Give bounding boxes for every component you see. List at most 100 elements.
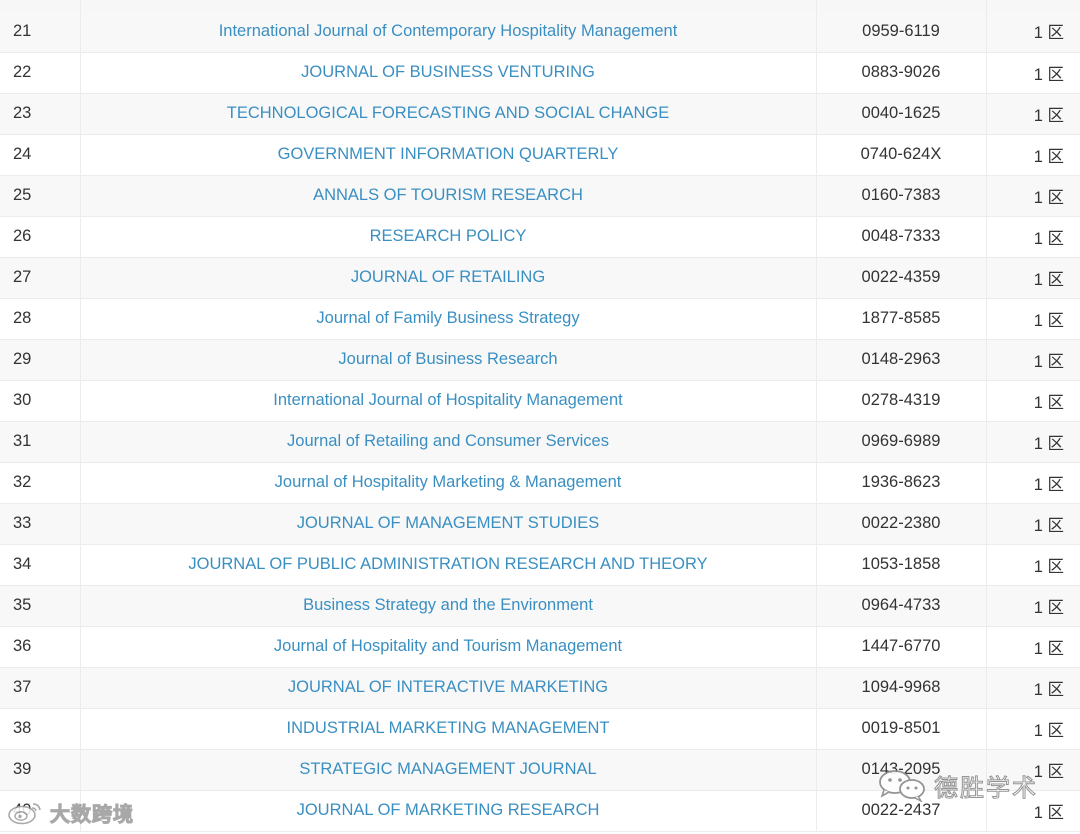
table-row: 32 Journal of Hospitality Marketing & Man… bbox=[0, 462, 1080, 504]
journal-name-link[interactable]: STRATEGIC MANAGEMENT JOURNAL bbox=[299, 760, 596, 778]
table-body: 21 International Journal of Contemporary … bbox=[0, 11, 1080, 832]
rank-cell: 38 bbox=[0, 708, 81, 750]
rank-cell: 33 bbox=[0, 503, 81, 545]
issn-cell: 1936-8623 bbox=[816, 462, 987, 504]
table-row: 35 Business Strategy and the Environment 0… bbox=[0, 585, 1080, 627]
rank-cell: 26 bbox=[0, 216, 81, 258]
zone-cell: 1 区 bbox=[986, 257, 1080, 299]
zone-cell: 1 区 bbox=[986, 52, 1080, 94]
journal-name-cell: Journal of Hospitality Marketing & Manag… bbox=[80, 462, 817, 504]
journal-name-link[interactable]: RESEARCH POLICY bbox=[370, 227, 527, 245]
journal-name-link[interactable]: Journal of Business Research bbox=[338, 350, 557, 368]
rank-cell: 39 bbox=[0, 749, 81, 791]
issn-cell: 0740-624X bbox=[816, 134, 987, 176]
weibo-logo-icon bbox=[8, 803, 41, 825]
table-row: 27 JOURNAL OF RETAILING 0022-4359 1 区 bbox=[0, 257, 1080, 299]
journal-name-cell: International Journal of Contemporary Ho… bbox=[80, 11, 817, 53]
issn-cell: 0148-2963 bbox=[816, 339, 987, 381]
journal-name-link[interactable]: JOURNAL OF BUSINESS VENTURING bbox=[301, 63, 595, 81]
issn-cell: 0883-9026 bbox=[816, 52, 987, 94]
table-row: 25 ANNALS OF TOURISM RESEARCH 0160-7383 1 区 bbox=[0, 175, 1080, 217]
journal-name-link[interactable]: TECHNOLOGICAL FORECASTING AND SOCIAL CHA… bbox=[227, 104, 670, 122]
zone-cell: 1 区 bbox=[986, 216, 1080, 258]
issn-cell: 0022-4359 bbox=[816, 257, 987, 299]
watermark-left-text: 大数跨境 bbox=[50, 803, 134, 826]
table-row: 24 GOVERNMENT INFORMATION QUARTERLY 0740-6… bbox=[0, 134, 1080, 176]
journal-name-cell: JOURNAL OF INTERACTIVE MARKETING bbox=[80, 667, 817, 709]
zone-cell: 1 区 bbox=[986, 134, 1080, 176]
journal-name-link[interactable]: JOURNAL OF PUBLIC ADMINISTRATION RESEARC… bbox=[188, 555, 707, 573]
watermark-left: 大数跨境 bbox=[6, 796, 134, 828]
journal-name-link[interactable]: Journal of Retailing and Consumer Servic… bbox=[287, 432, 609, 450]
watermark-right-text: 德胜学术 bbox=[934, 774, 1038, 802]
journal-name-cell: Journal of Business Research bbox=[80, 339, 817, 381]
zone-cell: 1 区 bbox=[986, 298, 1080, 340]
issn-cell: 0964-4733 bbox=[816, 585, 987, 627]
table-row: 36 Journal of Hospitality and Tourism Man… bbox=[0, 626, 1080, 668]
rank-cell: 22 bbox=[0, 52, 81, 94]
journal-name-link[interactable]: INDUSTRIAL MARKETING MANAGEMENT bbox=[287, 719, 610, 737]
zone-cell: 1 区 bbox=[986, 339, 1080, 381]
issn-cell: 0022-2380 bbox=[816, 503, 987, 545]
journal-name-cell: Journal of Family Business Strategy bbox=[80, 298, 817, 340]
journal-name-link[interactable]: JOURNAL OF MANAGEMENT STUDIES bbox=[297, 514, 600, 532]
rank-cell: 37 bbox=[0, 667, 81, 709]
table-row: 30 International Journal of Hospitality M… bbox=[0, 380, 1080, 422]
issn-cell: 1447-6770 bbox=[816, 626, 987, 668]
journal-name-link[interactable]: JOURNAL OF INTERACTIVE MARKETING bbox=[288, 678, 608, 696]
journal-name-cell: JOURNAL OF BUSINESS VENTURING bbox=[80, 52, 817, 94]
table-row: 26 RESEARCH POLICY 0048-7333 1 区 bbox=[0, 216, 1080, 258]
journal-name-link[interactable]: Business Strategy and the Environment bbox=[303, 596, 593, 614]
table-row: 21 International Journal of Contemporary … bbox=[0, 11, 1080, 53]
rank-cell: 36 bbox=[0, 626, 81, 668]
rank-cell: 34 bbox=[0, 544, 81, 586]
rank-cell: 25 bbox=[0, 175, 81, 217]
zone-cell: 1 区 bbox=[986, 667, 1080, 709]
zone-cell: 1 区 bbox=[986, 585, 1080, 627]
issn-cell: 1877-8585 bbox=[816, 298, 987, 340]
page: 21 International Journal of Contemporary … bbox=[0, 0, 1080, 834]
journal-name-cell: STRATEGIC MANAGEMENT JOURNAL bbox=[80, 749, 817, 791]
table-row: 37 JOURNAL OF INTERACTIVE MARKETING 1094-9… bbox=[0, 667, 1080, 709]
watermark-right: 德胜学术 bbox=[876, 766, 1038, 804]
zone-cell: 1 区 bbox=[986, 175, 1080, 217]
journal-name-cell: Business Strategy and the Environment bbox=[80, 585, 817, 627]
issn-cell: 0048-7333 bbox=[816, 216, 987, 258]
zone-cell: 1 区 bbox=[986, 708, 1080, 750]
issn-cell: 0278-4319 bbox=[816, 380, 987, 422]
journal-name-link[interactable]: GOVERNMENT INFORMATION QUARTERLY bbox=[278, 145, 619, 163]
journal-name-link[interactable]: ANNALS OF TOURISM RESEARCH bbox=[313, 186, 583, 204]
journal-name-link[interactable]: JOURNAL OF MARKETING RESEARCH bbox=[297, 801, 600, 819]
issn-cell: 0969-6989 bbox=[816, 421, 987, 463]
rank-cell: 30 bbox=[0, 380, 81, 422]
journal-name-cell: Journal of Retailing and Consumer Servic… bbox=[80, 421, 817, 463]
rank-cell: 27 bbox=[0, 257, 81, 299]
zone-cell: 1 区 bbox=[986, 544, 1080, 586]
issn-cell: 1053-1858 bbox=[816, 544, 987, 586]
journal-name-cell: GOVERNMENT INFORMATION QUARTERLY bbox=[80, 134, 817, 176]
journal-name-cell: JOURNAL OF RETAILING bbox=[80, 257, 817, 299]
rank-cell: 31 bbox=[0, 421, 81, 463]
journal-name-link[interactable]: Journal of Hospitality and Tourism Manag… bbox=[274, 637, 622, 655]
journal-name-link[interactable]: International Journal of Contemporary Ho… bbox=[219, 22, 678, 40]
zone-cell: 1 区 bbox=[986, 626, 1080, 668]
zone-cell: 1 区 bbox=[986, 380, 1080, 422]
journal-name-link[interactable]: Journal of Family Business Strategy bbox=[316, 309, 579, 327]
rank-cell: 28 bbox=[0, 298, 81, 340]
issn-cell: 0160-7383 bbox=[816, 175, 987, 217]
table-row: 23 TECHNOLOGICAL FORECASTING AND SOCIAL C… bbox=[0, 93, 1080, 135]
issn-cell: 0040-1625 bbox=[816, 93, 987, 135]
journal-name-cell: International Journal of Hospitality Man… bbox=[80, 380, 817, 422]
journal-name-link[interactable]: International Journal of Hospitality Man… bbox=[273, 391, 622, 409]
zone-cell: 1 区 bbox=[986, 421, 1080, 463]
rank-cell: 32 bbox=[0, 462, 81, 504]
zone-cell: 1 区 bbox=[986, 462, 1080, 504]
table-row: 31 Journal of Retailing and Consumer Serv… bbox=[0, 421, 1080, 463]
table-row: 29 Journal of Business Research 0148-2963 1… bbox=[0, 339, 1080, 381]
journal-name-cell: RESEARCH POLICY bbox=[80, 216, 817, 258]
journal-name-cell: JOURNAL OF PUBLIC ADMINISTRATION RESEARC… bbox=[80, 544, 817, 586]
table-row: 22 JOURNAL OF BUSINESS VENTURING 0883-9026… bbox=[0, 52, 1080, 94]
zone-cell: 1 区 bbox=[986, 93, 1080, 135]
journal-name-link[interactable]: Journal of Hospitality Marketing & Manag… bbox=[275, 473, 622, 491]
journal-name-link[interactable]: JOURNAL OF RETAILING bbox=[351, 268, 545, 286]
